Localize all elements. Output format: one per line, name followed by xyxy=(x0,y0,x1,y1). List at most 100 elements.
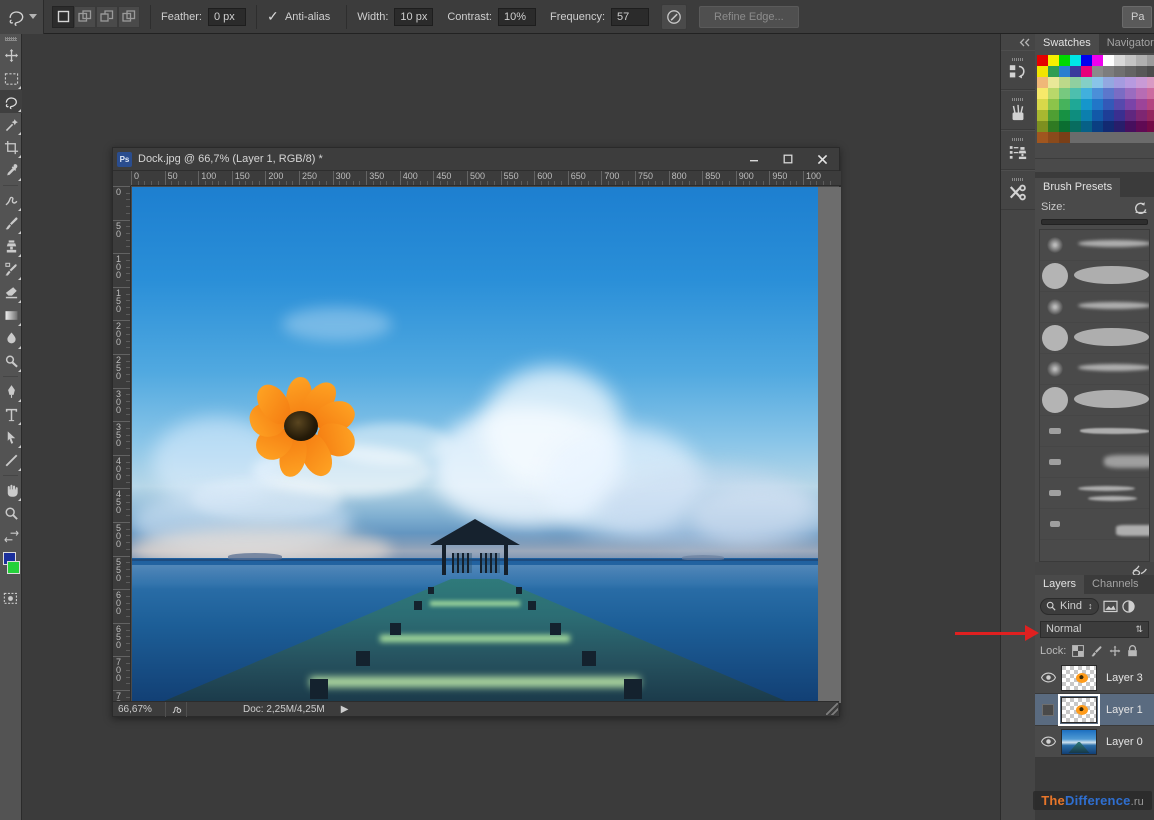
layer-visibility-toggle[interactable] xyxy=(1035,726,1061,758)
color-swatch[interactable] xyxy=(1070,88,1081,99)
color-swatch[interactable] xyxy=(1125,121,1136,132)
toolbar-grip[interactable] xyxy=(0,34,21,44)
sidebar-item-gradient-tool[interactable] xyxy=(0,304,22,327)
color-swatch[interactable] xyxy=(1103,55,1114,66)
document-profile-icon[interactable] xyxy=(165,701,187,717)
refine-edge-button[interactable]: Refine Edge... xyxy=(699,5,799,28)
color-swatch[interactable] xyxy=(1103,77,1114,88)
color-swatch[interactable] xyxy=(1147,66,1154,77)
color-swatches[interactable] xyxy=(0,548,21,588)
ruler-horizontal[interactable]: 0 50 100 150 200 250 300 350 400 450 500 550 600 650 7… xyxy=(131,171,841,186)
color-swatch[interactable] xyxy=(1147,132,1154,143)
layer-thumbnail[interactable] xyxy=(1061,664,1097,691)
active-tool-well[interactable] xyxy=(0,0,44,34)
color-swatch[interactable] xyxy=(1037,77,1048,88)
pen-pressure-button[interactable] xyxy=(661,3,687,30)
anti-alias-checkbox[interactable]: ✓ Anti-alias xyxy=(267,9,336,23)
table-row[interactable]: Layer 3 xyxy=(1035,662,1154,694)
collapse-panels-button[interactable] xyxy=(1001,34,1035,50)
sidebar-item-path-selection-tool[interactable] xyxy=(0,426,22,449)
color-swatch[interactable] xyxy=(1092,55,1103,66)
filter-adjustment-layers-button[interactable] xyxy=(1121,599,1135,613)
color-swatch[interactable] xyxy=(1125,110,1136,121)
color-swatch[interactable] xyxy=(1059,110,1070,121)
sidebar-item-history-brush-tool[interactable] xyxy=(0,258,22,281)
color-swatch[interactable] xyxy=(1081,77,1092,88)
zoom-level[interactable]: 66,67% xyxy=(113,704,165,715)
adjustments-styles-panel-button[interactable] xyxy=(1001,130,1035,170)
color-swatch[interactable] xyxy=(1048,121,1059,132)
color-swatch[interactable] xyxy=(1081,132,1092,143)
sidebar-item-marquee-tool[interactable] xyxy=(0,67,22,90)
color-swatch[interactable] xyxy=(1081,55,1092,66)
canvas-area[interactable] xyxy=(132,187,841,703)
width-input[interactable]: 10 px xyxy=(394,7,434,26)
tool-preset-chevron-down-icon[interactable] xyxy=(29,14,37,19)
tab-brush-presets[interactable]: Brush Presets xyxy=(1035,178,1121,197)
color-swatch[interactable] xyxy=(1081,110,1092,121)
color-swatch[interactable] xyxy=(1059,132,1070,143)
color-swatch[interactable] xyxy=(1136,132,1147,143)
contrast-input[interactable]: 10% xyxy=(497,7,536,26)
frequency-input[interactable]: 57 xyxy=(611,7,649,26)
color-swatch[interactable] xyxy=(1048,99,1059,110)
color-swatch[interactable] xyxy=(1092,121,1103,132)
status-menu-arrow-icon[interactable]: ▶ xyxy=(341,704,349,715)
sidebar-item-move-tool[interactable] xyxy=(0,44,22,67)
sidebar-item-pen-tool[interactable] xyxy=(0,380,22,403)
color-swatch[interactable] xyxy=(1059,66,1070,77)
color-swatch[interactable] xyxy=(1059,99,1070,110)
color-swatch[interactable] xyxy=(1092,132,1103,143)
color-swatch[interactable] xyxy=(1114,55,1125,66)
tool-presets-panel-button[interactable] xyxy=(1001,170,1035,210)
quick-mask-toggle[interactable] xyxy=(0,588,21,608)
color-swatch[interactable] xyxy=(1037,55,1048,66)
color-swatch[interactable] xyxy=(1125,99,1136,110)
sidebar-item-hand-tool[interactable] xyxy=(0,479,22,502)
color-swatch[interactable] xyxy=(1103,66,1114,77)
brush-preset-list[interactable] xyxy=(1039,229,1150,562)
layer-visibility-toggle[interactable] xyxy=(1035,662,1061,694)
sidebar-item-dodge-tool[interactable] xyxy=(0,350,22,373)
history-actions-panel-button[interactable] xyxy=(1001,50,1035,90)
color-swatch[interactable] xyxy=(1081,121,1092,132)
subtract-from-selection-button[interactable] xyxy=(96,5,118,28)
sidebar-item-line-tool[interactable] xyxy=(0,449,22,472)
color-swatch[interactable] xyxy=(1059,121,1070,132)
color-swatch[interactable] xyxy=(1048,77,1059,88)
color-swatch[interactable] xyxy=(1070,99,1081,110)
table-row[interactable]: Layer 0 xyxy=(1035,726,1154,758)
color-swatch[interactable] xyxy=(1125,88,1136,99)
artwork-image[interactable] xyxy=(132,187,818,703)
color-swatch[interactable] xyxy=(1114,110,1125,121)
add-to-selection-button[interactable] xyxy=(74,5,96,28)
tab-layers[interactable]: Layers xyxy=(1035,575,1085,594)
sidebar-item-spot-healing-brush-tool[interactable] xyxy=(0,189,22,212)
color-swatch[interactable] xyxy=(1081,88,1092,99)
color-swatch[interactable] xyxy=(1136,66,1147,77)
color-swatch[interactable] xyxy=(1114,88,1125,99)
color-swatch[interactable] xyxy=(1114,99,1125,110)
color-swatch[interactable] xyxy=(1136,110,1147,121)
brush-preset-item[interactable] xyxy=(1040,416,1149,447)
tab-channels[interactable]: Channels xyxy=(1084,575,1147,594)
swatch-grid[interactable] xyxy=(1035,53,1154,145)
color-swatch[interactable] xyxy=(1114,77,1125,88)
color-swatch[interactable] xyxy=(1136,99,1147,110)
color-swatch[interactable] xyxy=(1147,55,1154,66)
color-swatch[interactable] xyxy=(1103,132,1114,143)
lock-transparency-button[interactable] xyxy=(1072,645,1085,657)
brush-preset-item[interactable] xyxy=(1040,385,1149,416)
tab-swatches[interactable]: Swatches xyxy=(1035,34,1099,53)
color-swatch[interactable] xyxy=(1037,110,1048,121)
workspace-switcher-button[interactable]: Pa xyxy=(1122,6,1152,28)
sidebar-item-clone-stamp-tool[interactable] xyxy=(0,235,22,258)
color-swatch[interactable] xyxy=(1136,55,1147,66)
chevron-updown-icon[interactable]: ↕ xyxy=(1088,601,1093,611)
color-swatch[interactable] xyxy=(1048,110,1059,121)
maximize-button[interactable] xyxy=(771,148,805,171)
color-swatch[interactable] xyxy=(1147,77,1154,88)
lock-position-button[interactable] xyxy=(1109,645,1121,657)
brush-preset-item[interactable] xyxy=(1040,261,1149,292)
sidebar-item-eyedropper-tool[interactable] xyxy=(0,159,22,182)
